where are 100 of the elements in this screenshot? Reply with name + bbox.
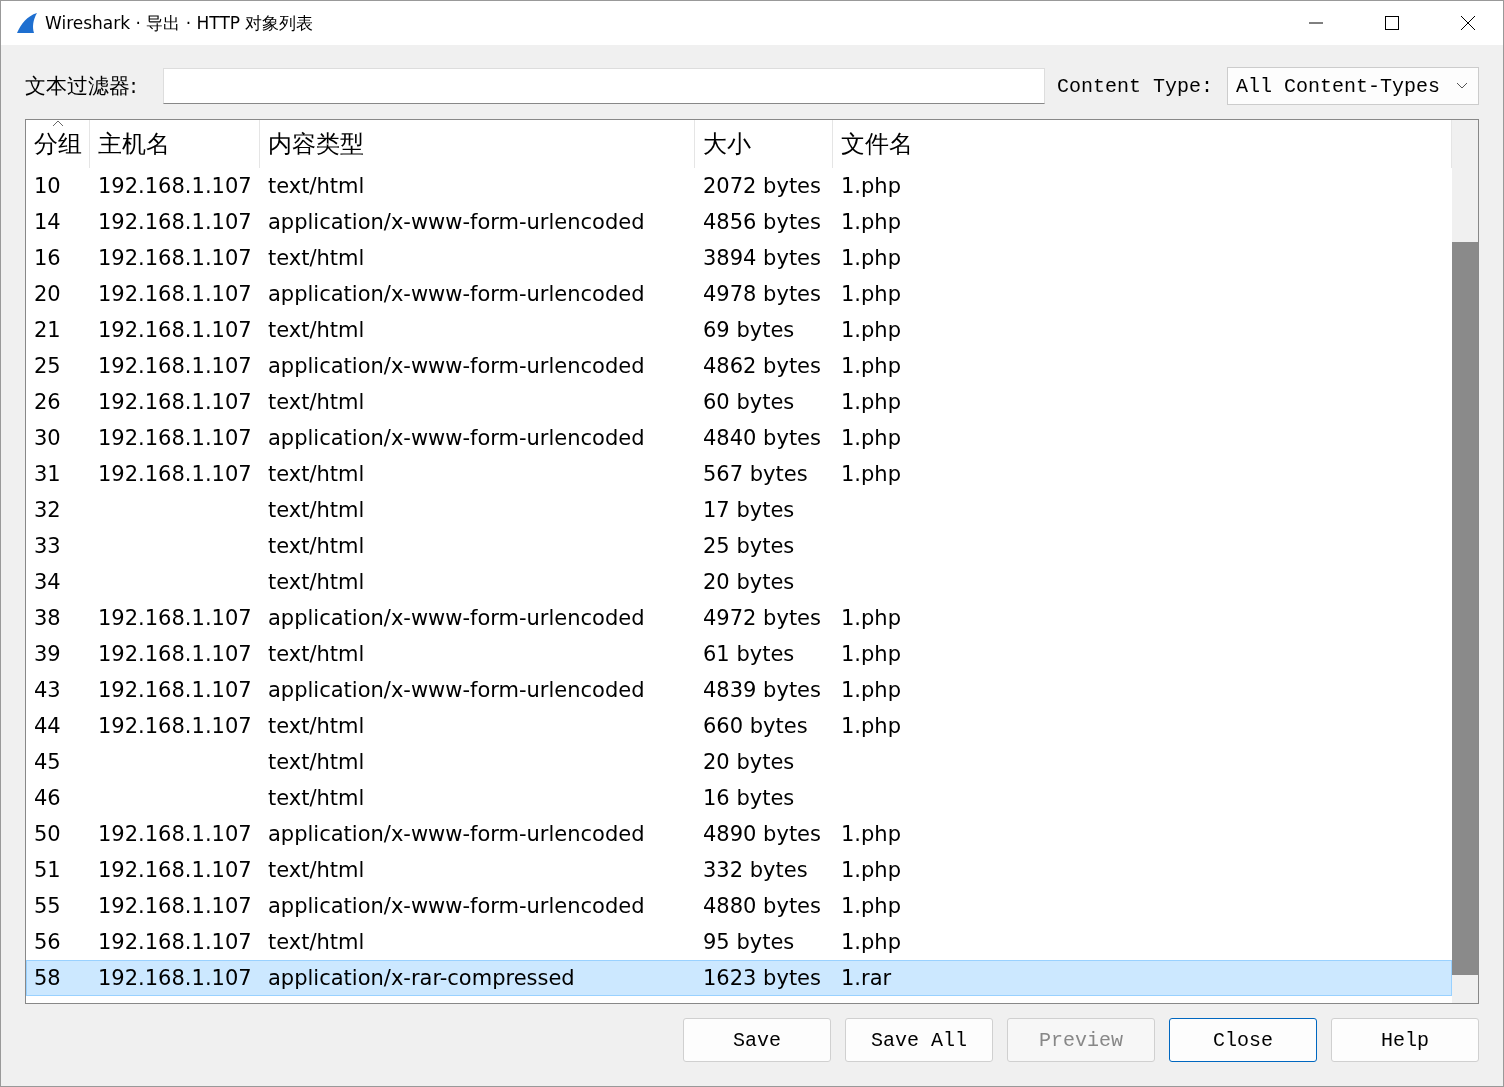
- column-header[interactable]: 分组: [26, 120, 90, 168]
- table-row[interactable]: 58 192.168.1.107 application/x-rar-compressed 1623 bytes 1.rar: [26, 960, 1452, 996]
- table-row[interactable]: 21 192.168.1.107 text/html 69 bytes 1.php: [26, 312, 1452, 348]
- table-cell-text: 46: [33, 785, 62, 812]
- table-cell-text: 4890 bytes: [702, 821, 822, 848]
- table-cell-text: 4839 bytes: [702, 677, 822, 704]
- table-row[interactable]: 39 192.168.1.107 text/html 61 bytes 1.php: [26, 636, 1452, 672]
- table-cell-text: text/html: [267, 785, 366, 812]
- table-cell-text: 192.168.1.107: [97, 389, 253, 416]
- table-cell-text: 192.168.1.107: [97, 965, 253, 992]
- table-row[interactable]: 44 192.168.1.107 text/html 660 bytes 1.php: [26, 708, 1452, 744]
- table-cell-text: text/html: [267, 749, 366, 776]
- scroll-thumb[interactable]: [1452, 242, 1478, 975]
- table-cell-text: 33: [33, 533, 62, 560]
- table-cell-text: 4880 bytes: [702, 893, 822, 920]
- table-cell-text: 4862 bytes: [702, 353, 822, 380]
- table-cell-text: 192.168.1.107: [97, 209, 253, 236]
- column-header[interactable]: 主机名: [90, 120, 260, 168]
- table-cell-text: 1.php: [840, 425, 902, 452]
- table-row[interactable]: 10 192.168.1.107 text/html 2072 bytes 1.php: [26, 168, 1452, 204]
- table-cell-text: 32: [33, 497, 62, 524]
- table-cell-text: 192.168.1.107: [97, 893, 253, 920]
- table-cell-text: text/html: [267, 641, 366, 668]
- table-cell-text: 4972 bytes: [702, 605, 822, 632]
- table-cell-text: 4856 bytes: [702, 209, 822, 236]
- table-cell-text: 25 bytes: [702, 533, 796, 560]
- table-row[interactable]: 30 192.168.1.107 application/x-www-form-urlencoded 4840 bytes 1.php: [26, 420, 1452, 456]
- table-cell-text: 10: [33, 173, 62, 200]
- table-row[interactable]: 31 192.168.1.107 text/html 567 bytes 1.php: [26, 456, 1452, 492]
- table-cell-text: text/html: [267, 929, 366, 956]
- table-cell-text: 43: [33, 677, 62, 704]
- table-row[interactable]: 33 text/html 25 bytes: [26, 528, 1452, 564]
- dialog-button[interactable]: Help: [1331, 1018, 1479, 1062]
- table-row[interactable]: 26 192.168.1.107 text/html 60 bytes 1.php: [26, 384, 1452, 420]
- content-type-dropdown[interactable]: All Content-Types: [1227, 67, 1479, 105]
- maximize-icon: [1384, 15, 1400, 31]
- table-cell-text: application/x-www-form-urlencoded: [267, 605, 646, 632]
- table-cell-text: 20 bytes: [702, 569, 796, 596]
- table-cell-text: 1.php: [840, 893, 902, 920]
- table-cell-text: 660 bytes: [702, 713, 809, 740]
- table-cell-text: 39: [33, 641, 62, 668]
- table-cell-text: application/x-www-form-urlencoded: [267, 353, 646, 380]
- table-cell-text: text/html: [267, 497, 366, 524]
- table-cell-text: 1.php: [840, 317, 902, 344]
- table-cell-text: 1.php: [840, 677, 902, 704]
- dialog-button[interactable]: Save All: [845, 1018, 993, 1062]
- table-cell-text: 69 bytes: [702, 317, 796, 344]
- table-cell-text: 192.168.1.107: [97, 245, 253, 272]
- table-row[interactable]: 56 192.168.1.107 text/html 95 bytes 1.php: [26, 924, 1452, 960]
- table-row[interactable]: 55 192.168.1.107 application/x-www-form-urlencoded 4880 bytes 1.php: [26, 888, 1452, 924]
- table-row[interactable]: 32 text/html 17 bytes: [26, 492, 1452, 528]
- table-row[interactable]: 20 192.168.1.107 application/x-www-form-urlencoded 4978 bytes 1.php: [26, 276, 1452, 312]
- dialog-button[interactable]: Close: [1169, 1018, 1317, 1062]
- table-cell-text: 25: [33, 353, 62, 380]
- table-row[interactable]: 51 192.168.1.107 text/html 332 bytes 1.php: [26, 852, 1452, 888]
- table-cell-text: 192.168.1.107: [97, 173, 253, 200]
- table-cell-text: 55: [33, 893, 62, 920]
- table-cell-text: 1.php: [840, 821, 902, 848]
- table-cell-text: application/x-www-form-urlencoded: [267, 893, 646, 920]
- table-row[interactable]: 34 text/html 20 bytes: [26, 564, 1452, 600]
- table-cell-text: application/x-www-form-urlencoded: [267, 281, 646, 308]
- table-cell-text: 45: [33, 749, 62, 776]
- table-cell-text: 51: [33, 857, 62, 884]
- window-title: Wireshark · 导出 · HTTP 对象列表: [45, 11, 315, 35]
- table-cell-text: text/html: [267, 389, 366, 416]
- filter-input[interactable]: [163, 68, 1045, 104]
- table-cell-text: text/html: [267, 713, 366, 740]
- table-cell-text: text/html: [267, 317, 366, 344]
- table-row[interactable]: 14 192.168.1.107 application/x-www-form-urlencoded 4856 bytes 1.php: [26, 204, 1452, 240]
- table-cell-text: text/html: [267, 461, 366, 488]
- table-cell-text: 192.168.1.107: [97, 821, 253, 848]
- table-row[interactable]: 45 text/html 20 bytes: [26, 744, 1452, 780]
- table-cell-text: 192.168.1.107: [97, 605, 253, 632]
- table-cell-text: 192.168.1.107: [97, 425, 253, 452]
- table-row[interactable]: 50 192.168.1.107 application/x-www-form-urlencoded 4890 bytes 1.php: [26, 816, 1452, 852]
- table-cell-text: 1.php: [840, 605, 902, 632]
- table-cell-text: 1.php: [840, 929, 902, 956]
- table-cell-text: 1.php: [840, 641, 902, 668]
- table-cell-text: 34: [33, 569, 62, 596]
- table-row[interactable]: 46 text/html 16 bytes: [26, 780, 1452, 816]
- column-header[interactable]: 内容类型: [260, 120, 695, 168]
- table-row[interactable]: 16 192.168.1.107 text/html 3894 bytes 1.php: [26, 240, 1452, 276]
- scrollbar[interactable]: [1452, 120, 1478, 1003]
- column-header[interactable]: 大小: [695, 120, 833, 168]
- table-cell-text: 1.rar: [840, 965, 893, 992]
- table-cell-text: 192.168.1.107: [97, 857, 253, 884]
- table-cell-text: 60 bytes: [702, 389, 796, 416]
- table-row[interactable]: 25 192.168.1.107 application/x-www-form-urlencoded 4862 bytes 1.php: [26, 348, 1452, 384]
- table-cell-text: 44: [33, 713, 62, 740]
- table-row[interactable]: 38 192.168.1.107 application/x-www-form-urlencoded 4972 bytes 1.php: [26, 600, 1452, 636]
- table-cell-text: application/x-rar-compressed: [267, 965, 576, 992]
- table-cell-text: 192.168.1.107: [97, 353, 253, 380]
- table-cell-text: 4840 bytes: [702, 425, 822, 452]
- table-cell-text: application/x-www-form-urlencoded: [267, 821, 646, 848]
- table-cell-text: 16 bytes: [702, 785, 796, 812]
- table-row[interactable]: 43 192.168.1.107 application/x-www-form-urlencoded 4839 bytes 1.php: [26, 672, 1452, 708]
- table-cell-text: 192.168.1.107: [97, 281, 253, 308]
- table-cell-text: 61 bytes: [702, 641, 796, 668]
- shark-fin-icon: [15, 12, 39, 34]
- dialog-button[interactable]: Save: [683, 1018, 831, 1062]
